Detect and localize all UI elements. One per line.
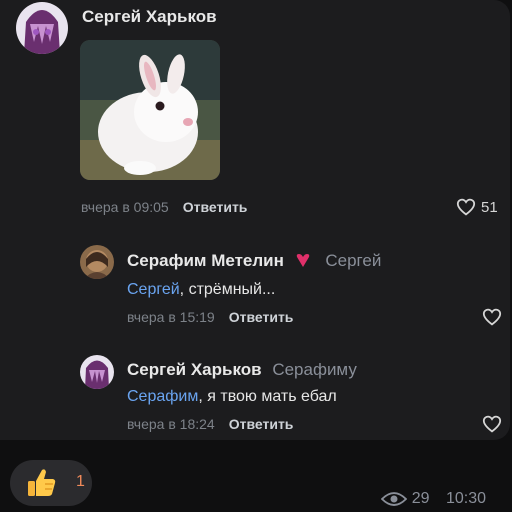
reaction-chip[interactable]: 1 [10, 460, 92, 506]
avatar-image [80, 245, 114, 279]
avatar[interactable] [16, 2, 68, 54]
like-count: 51 [481, 199, 498, 216]
post-time: вчера в 09:05 [81, 199, 169, 215]
comment-author-name[interactable]: Сергей Харьков [127, 360, 262, 379]
message-bubble: Сергей Харьков вчера в 09:05 Ответить 51 [0, 0, 510, 440]
post-author[interactable]: Сергей Харьков [82, 7, 217, 27]
comment-text: Серафим, я твою мать ебал [127, 388, 337, 406]
heart-icon [482, 415, 502, 433]
avatar-image [16, 2, 68, 54]
comment-author: Сергей Харьков Серафиму [127, 360, 357, 380]
comment-author: Серафим Метелин Сергей [127, 251, 381, 271]
comment-avatar[interactable] [80, 355, 114, 389]
reply-to-name[interactable]: Серафиму [272, 360, 357, 379]
comment-avatar[interactable] [80, 245, 114, 279]
reply-button[interactable]: Ответить [183, 199, 248, 215]
reply-to-name[interactable]: Сергей [325, 251, 381, 270]
comment-meta: вчера в 15:19 Ответить [127, 309, 293, 325]
message-footer: 29 10:30 [380, 490, 486, 508]
thumbs-up-icon [28, 469, 56, 496]
comment-time: вчера в 15:19 [127, 309, 215, 325]
comment-body: , стрёмный... [179, 281, 276, 298]
heart-icon [456, 198, 476, 216]
comment-author-name[interactable]: Серафим Метелин [127, 251, 284, 270]
comment-body: , я твою мать ебал [198, 388, 337, 405]
view-count: 29 [411, 490, 430, 507]
heart-icon [482, 308, 502, 326]
comment-meta: вчера в 18:24 Ответить [127, 416, 293, 432]
comment-time: вчера в 18:24 [127, 416, 215, 432]
message-time: 10:30 [445, 490, 486, 507]
reaction-count: 1 [76, 473, 85, 490]
reply-button[interactable]: Ответить [229, 309, 294, 325]
like-button[interactable] [482, 415, 502, 438]
mention-link[interactable]: Сергей [127, 281, 180, 298]
heart-badge-icon [296, 254, 309, 267]
eye-icon [380, 492, 408, 506]
reply-button[interactable]: Ответить [229, 416, 294, 432]
mention-link[interactable]: Серафим [127, 388, 198, 405]
like-button[interactable] [456, 198, 476, 221]
comment-text: Сергей, стрёмный... [127, 281, 275, 299]
avatar-image [80, 355, 114, 389]
post-photo[interactable] [80, 40, 220, 180]
like-button[interactable] [482, 308, 502, 331]
rabbit-image [80, 40, 220, 180]
post-meta: вчера в 09:05 Ответить [81, 199, 247, 215]
